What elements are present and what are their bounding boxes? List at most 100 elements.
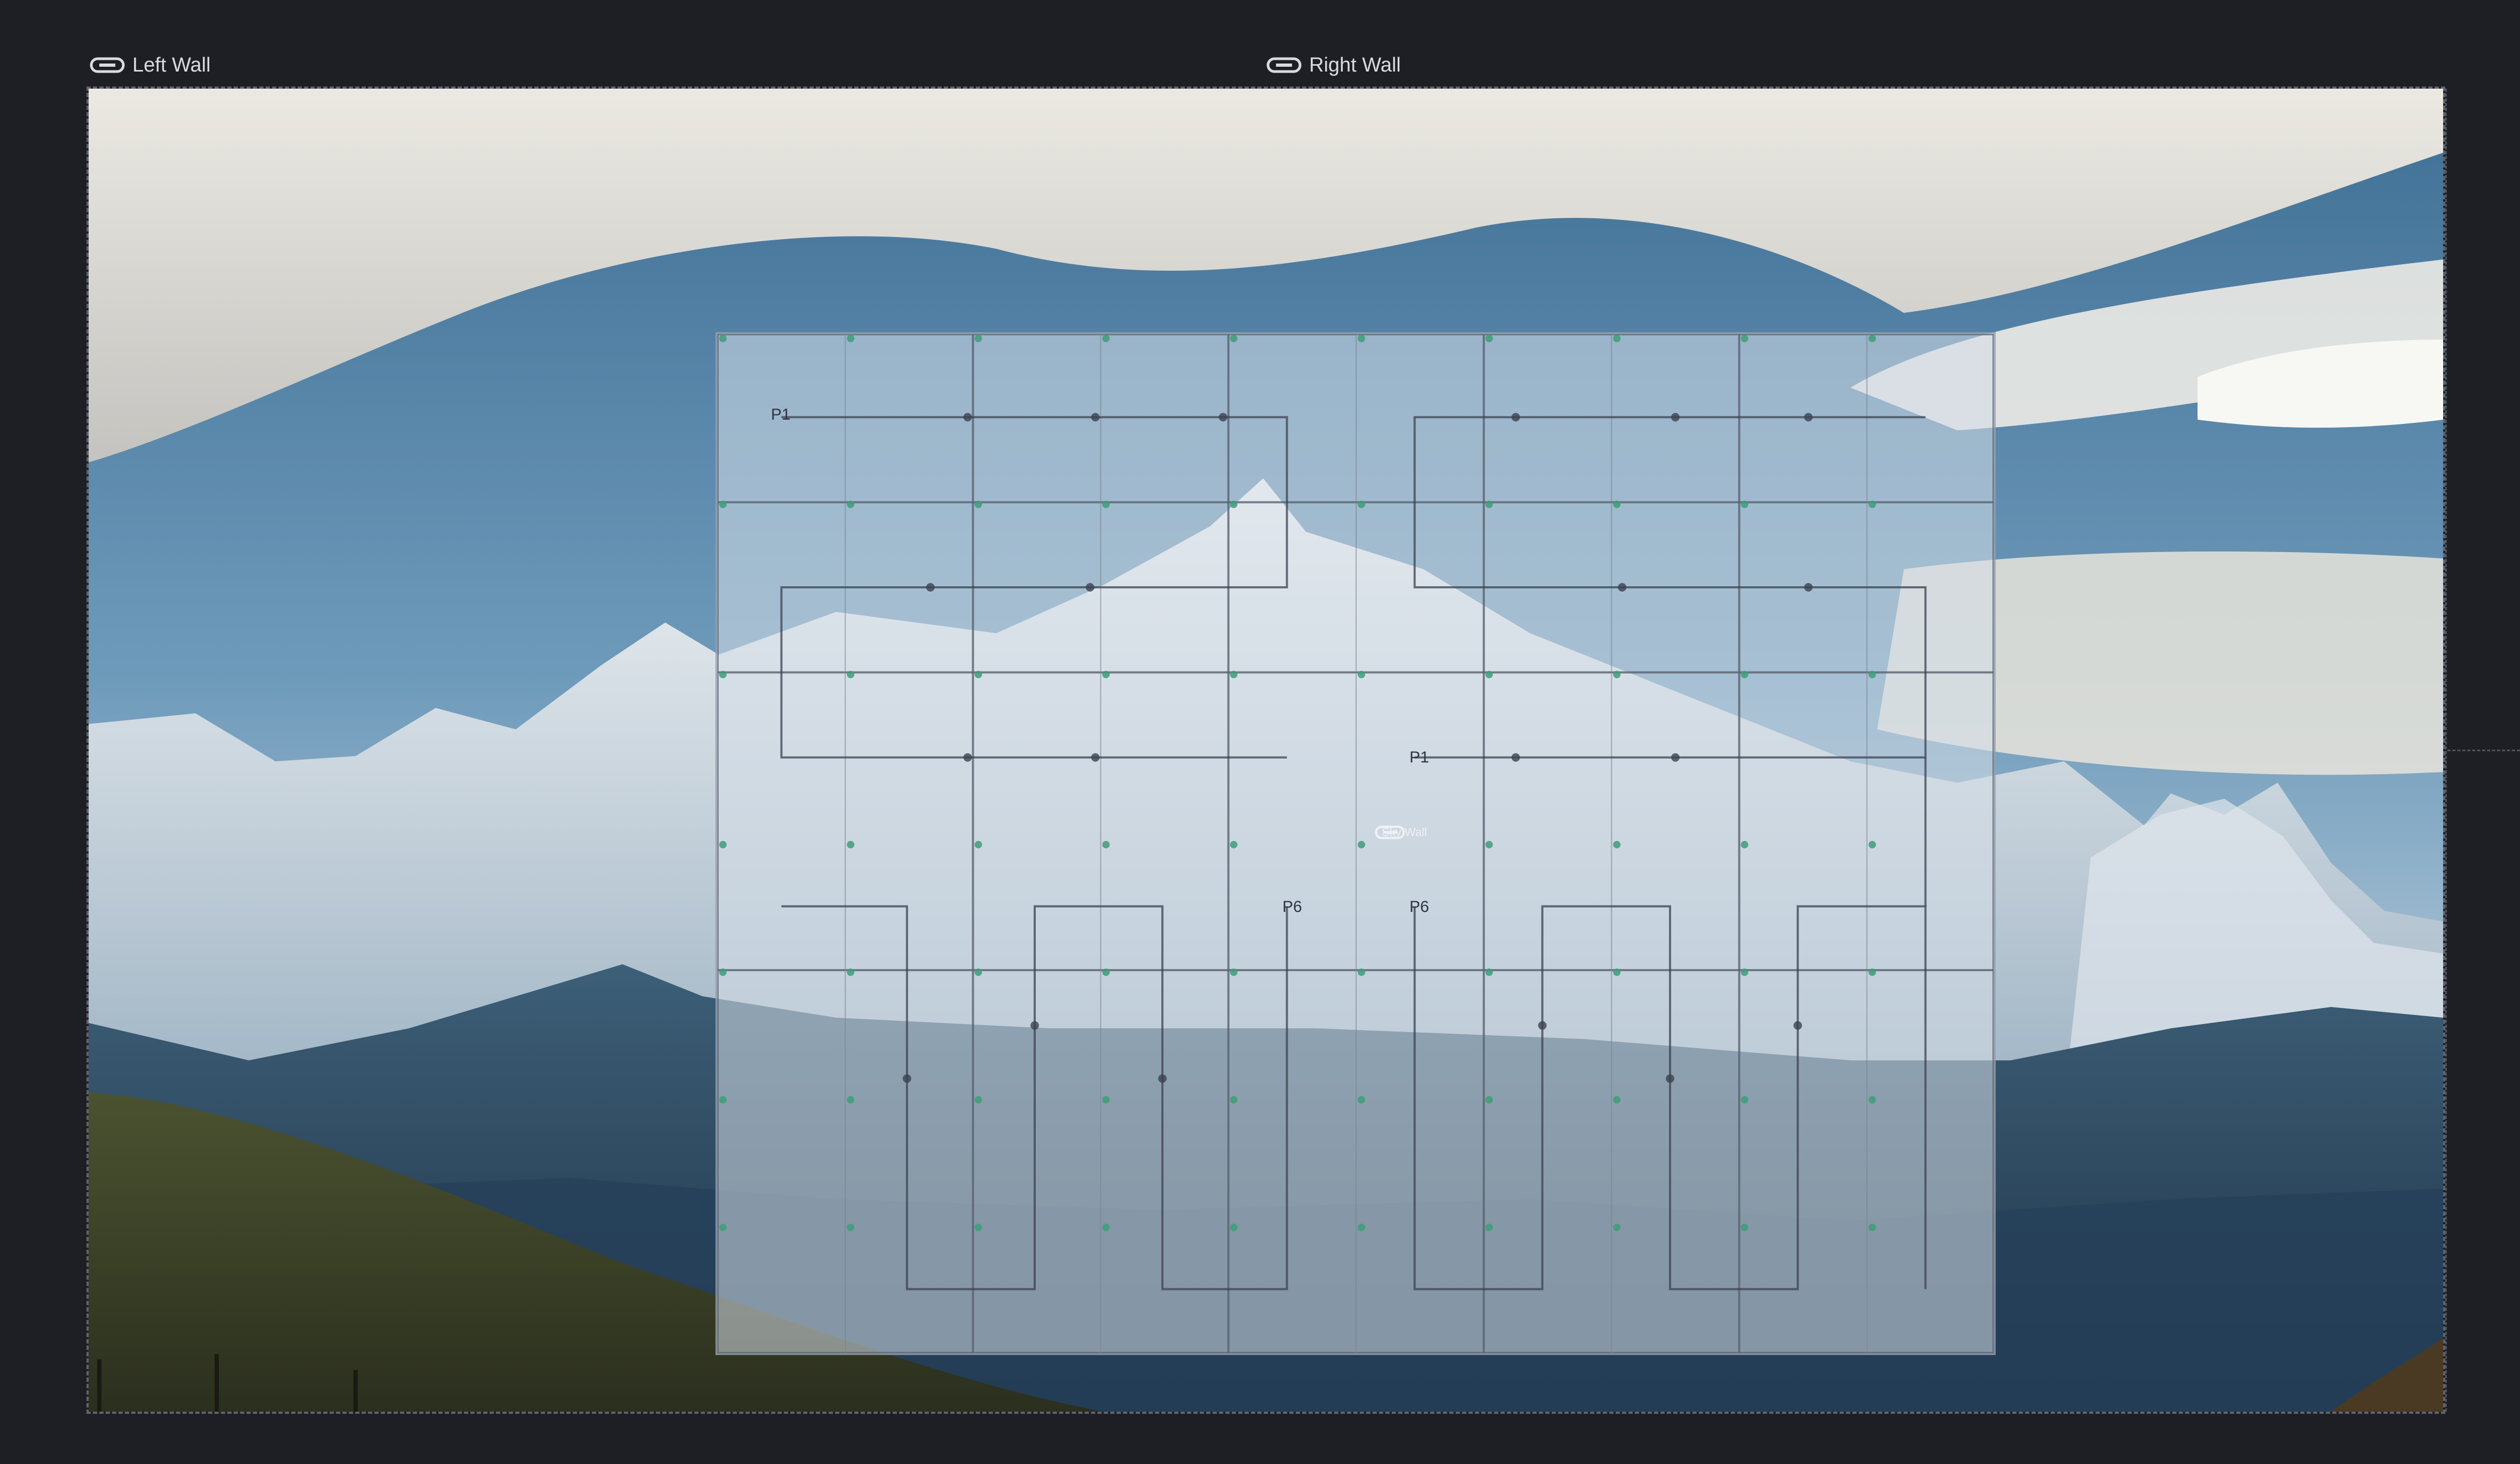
module-node-dot (847, 841, 855, 848)
port-label-p6-right: P6 (1409, 898, 1429, 916)
route-arrow-marker (902, 1074, 911, 1083)
route-arrow-marker (1511, 753, 1520, 762)
route-arrow-marker (1091, 413, 1100, 422)
module-node-dot (1357, 334, 1365, 342)
module-node-dot (1868, 671, 1876, 679)
module-node-dot (974, 671, 982, 679)
route-arrow-marker (1511, 413, 1520, 422)
route-arrow-marker (1804, 413, 1813, 422)
module-node-dot (1485, 671, 1493, 679)
module-node-dot (1102, 500, 1110, 508)
led-panel-grid[interactable]: P1 P1 P6 P6 Sky Wall (715, 332, 1996, 1355)
wall-canvas[interactable]: P1 P1 P6 P6 Sky Wall (86, 86, 2445, 1414)
module-node-dot (719, 1096, 727, 1104)
module-node-dot (1230, 969, 1238, 976)
module-node-dot (1741, 334, 1749, 342)
route-arrow-marker (1666, 1074, 1675, 1083)
link-icon (1353, 825, 1405, 839)
module-node-dot (1357, 500, 1365, 508)
module-node-dot (1485, 500, 1493, 508)
module-node-dot (1102, 969, 1110, 976)
module-node-dot (719, 334, 727, 342)
module-node-dot (719, 1224, 727, 1231)
module-node-dot (1357, 1224, 1365, 1231)
route-arrow-marker (963, 413, 972, 422)
module-node-dot (1102, 1224, 1110, 1231)
route-arrow-marker (1618, 583, 1627, 592)
module-node-dot (1741, 1224, 1749, 1231)
route-arrow-marker (926, 583, 935, 592)
route-arrow-marker (1671, 413, 1680, 422)
module-node-dot (719, 841, 727, 848)
wall-label-right[interactable]: Right Wall (1266, 53, 1401, 77)
route-arrow-marker (1218, 413, 1227, 422)
module-node-dot (1230, 1224, 1238, 1231)
module-node-dot (1868, 1096, 1876, 1104)
module-node-dot (1230, 841, 1238, 848)
module-node-dot (1868, 1224, 1876, 1231)
module-node-dot (1613, 1224, 1621, 1231)
module-node-dot (1741, 1096, 1749, 1104)
module-node-dot (1868, 969, 1876, 976)
module-node-dot (1485, 334, 1493, 342)
module-node-dot (1357, 841, 1365, 848)
module-node-dot (847, 334, 855, 342)
module-node-dot (1741, 969, 1749, 976)
module-node-dot (1868, 841, 1876, 848)
module-node-dot (974, 1096, 982, 1104)
module-node-dot (1868, 500, 1876, 508)
module-node-dot (1613, 841, 1621, 848)
module-node-dot (1357, 969, 1365, 976)
module-node-dot (719, 969, 727, 976)
module-node-dot (1230, 671, 1238, 679)
module-node-dot (1102, 841, 1110, 848)
signal-route (781, 905, 1288, 1290)
panel-grid-lines (718, 334, 1994, 1353)
module-node-dot (1613, 500, 1621, 508)
module-node-dot (974, 334, 982, 342)
right-wall-title: Right Wall (1309, 53, 1401, 76)
module-node-dot (1613, 969, 1621, 976)
port-label-p1-center: P1 (1409, 749, 1429, 766)
module-node-dot (847, 1096, 855, 1104)
module-node-dot (1357, 671, 1365, 679)
module-node-dot (974, 841, 982, 848)
sky-wall-tag[interactable]: Sky Wall (1353, 825, 1427, 839)
route-arrow-marker (1158, 1074, 1167, 1083)
module-node-dot (1230, 500, 1238, 508)
left-wall-title: Left Wall (132, 53, 211, 76)
module-node-dot (1357, 1096, 1365, 1104)
signal-route (1413, 416, 1927, 759)
module-node-dot (847, 1224, 855, 1231)
route-arrow-marker (1538, 1021, 1547, 1030)
module-node-dot (1230, 1096, 1238, 1104)
route-arrow-marker (1793, 1021, 1802, 1030)
module-node-dot (1613, 1096, 1621, 1104)
route-arrow-marker (1091, 753, 1100, 762)
link-icon (90, 57, 125, 73)
module-node-dot (974, 500, 982, 508)
route-arrow-marker (1671, 753, 1680, 762)
signal-route (780, 416, 1288, 759)
module-node-dot (1485, 1096, 1493, 1104)
module-node-dot (847, 500, 855, 508)
module-node-dot (1102, 334, 1110, 342)
route-arrow-marker (963, 753, 972, 762)
module-node-dot (1613, 334, 1621, 342)
link-icon (1266, 57, 1302, 73)
wall-divider-line (2445, 89, 2447, 1412)
module-node-dot (1868, 334, 1876, 342)
route-arrow-marker (1030, 1021, 1039, 1030)
module-node-dot (1102, 671, 1110, 679)
module-node-dot (1741, 671, 1749, 679)
module-node-dot (719, 671, 727, 679)
module-node-dot (847, 671, 855, 679)
module-node-dot (974, 1224, 982, 1231)
port-label-p6-left: P6 (1282, 898, 1302, 916)
module-node-dot (1485, 969, 1493, 976)
wall-divider-tick (2447, 750, 2520, 751)
route-arrow-marker (1085, 583, 1094, 592)
route-arrow-marker (1804, 583, 1813, 592)
module-node-dot (1741, 841, 1749, 848)
wall-label-left[interactable]: Left Wall (90, 53, 210, 77)
